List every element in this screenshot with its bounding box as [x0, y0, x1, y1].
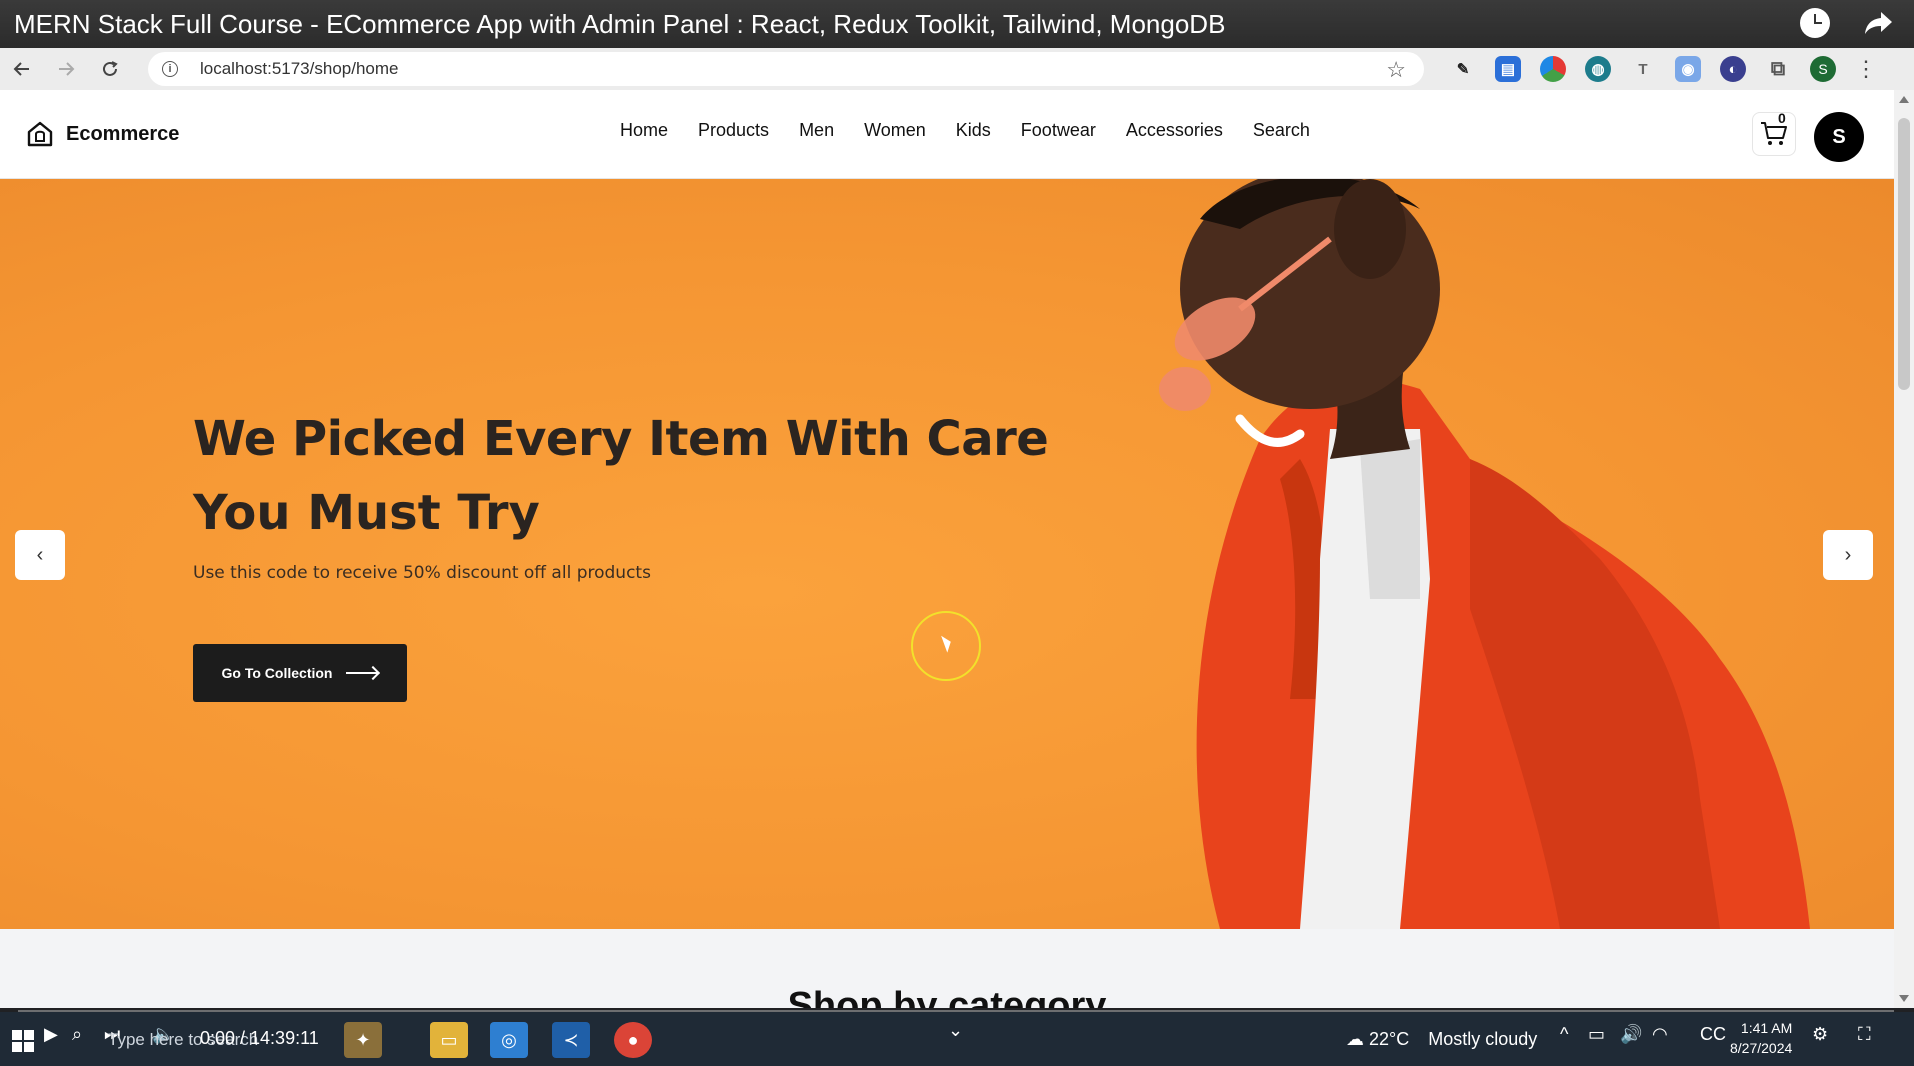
chevron-down-icon[interactable]: ⌄ [948, 1020, 963, 1041]
eyedropper-extension-icon[interactable]: ✎ [1450, 56, 1476, 82]
cloud-icon: ☁ [1346, 1029, 1364, 1049]
hero-banner: We Picked Every Item With Care You Must … [0, 179, 1894, 929]
settings-gear-icon[interactable]: ⚙ [1812, 1024, 1828, 1045]
captions-icon[interactable]: CC [1700, 1024, 1726, 1045]
wifi-icon[interactable]: ◠ [1652, 1024, 1668, 1045]
slider-next-button[interactable]: › [1823, 530, 1873, 580]
forward-arrow-icon [59, 62, 75, 76]
cta-label: Go To Collection [221, 665, 333, 681]
forward-button[interactable] [44, 48, 88, 90]
nav-products[interactable]: Products [698, 120, 769, 141]
reload-button[interactable] [88, 48, 132, 90]
user-avatar[interactable]: S [1814, 112, 1864, 162]
dark-extension-icon[interactable]: ◐ [1720, 56, 1746, 82]
chevron-right-icon: › [1844, 543, 1852, 566]
cart-count-badge: 0 [1778, 110, 1786, 126]
windows-start-icon[interactable] [12, 1030, 34, 1052]
speaker-icon[interactable]: 🔊 [1620, 1024, 1642, 1045]
house-logo-icon [27, 121, 53, 147]
go-to-collection-button[interactable]: Go To Collection [193, 644, 407, 702]
text-extension-icon[interactable]: T [1630, 56, 1656, 82]
page-scrollbar[interactable] [1894, 90, 1914, 1008]
app-icon-blue-circle[interactable]: ◎ [490, 1022, 528, 1058]
video-title-bar: MERN Stack Full Course - ECommerce App w… [0, 0, 1914, 48]
scroll-thumb[interactable] [1898, 118, 1910, 390]
clock-date: 8/27/2024 [1730, 1040, 1793, 1056]
browser-toolbar: i localhost:5173/shop/home ☆ ✎ ▤ ◍ T ◉ ◐… [0, 48, 1914, 90]
taskbar: ▶ ⌕ ⏭ 🔈 Type here to search 0:00 / 14:39… [0, 1012, 1914, 1066]
play-icon[interactable]: ▶ [44, 1024, 58, 1045]
clock-time: 1:41 AM [1740, 1020, 1793, 1036]
back-button[interactable] [0, 48, 44, 90]
app-icon-cursor-tool[interactable]: ✦ [344, 1022, 382, 1058]
extensions-row: ✎ ▤ ◍ T ◉ ◐ ⧉ S ⋮ [1450, 56, 1877, 82]
color-wheel-extension-icon[interactable] [1540, 56, 1566, 82]
back-arrow-icon [13, 62, 29, 76]
globe-extension-icon[interactable]: ◍ [1585, 56, 1611, 82]
site-logo[interactable]: Ecommerce [26, 120, 179, 148]
nav-home[interactable]: Home [620, 120, 668, 141]
nav-footwear[interactable]: Footwear [1021, 120, 1096, 141]
video-title: MERN Stack Full Course - ECommerce App w… [14, 8, 1226, 39]
nav-women[interactable]: Women [864, 120, 926, 141]
browser-profile-avatar[interactable]: S [1810, 56, 1836, 82]
url-text[interactable]: localhost:5173/shop/home [200, 59, 398, 79]
site-info-icon[interactable]: i [162, 61, 178, 77]
page-viewport: Ecommerce Home Products Men Women Kids F… [0, 90, 1894, 1008]
fullscreen-icon[interactable]: ⛶ [1858, 1024, 1871, 1045]
video-title-actions [1798, 6, 1896, 40]
hero-subtitle: Use this code to receive 50% discount of… [193, 563, 651, 583]
search-icon[interactable]: ⌕ [72, 1024, 82, 1045]
nav-kids[interactable]: Kids [956, 120, 991, 141]
tray-chevron-up-icon[interactable]: ^ [1560, 1024, 1568, 1045]
hero-heading-line2: You Must Try [193, 485, 540, 541]
search-extension-icon[interactable]: ◉ [1675, 56, 1701, 82]
arrow-right-icon [346, 672, 379, 674]
video-time-display: 0:00 / 14:39:11 [200, 1028, 319, 1048]
weather-widget[interactable]: ☁ 22°C Mostly cloudy [1346, 1029, 1537, 1050]
weather-temp: 22°C [1369, 1029, 1410, 1049]
address-bar[interactable]: i localhost:5173/shop/home ☆ [148, 52, 1424, 86]
category-section: Shop by category [0, 929, 1894, 1008]
nav-men[interactable]: Men [799, 120, 834, 141]
browser-menu-icon[interactable]: ⋮ [1855, 56, 1877, 82]
main-nav: Home Products Men Women Kids Footwear Ac… [620, 120, 1310, 141]
slider-prev-button[interactable]: ‹ [15, 530, 65, 580]
hero-heading-line1: We Picked Every Item With Care [193, 411, 1049, 467]
watch-later-icon[interactable] [1798, 6, 1832, 40]
category-title: Shop by category [787, 985, 1107, 1008]
bookmark-star-icon[interactable]: ☆ [1386, 57, 1406, 83]
model-photo [1159, 179, 1810, 929]
share-icon[interactable] [1862, 6, 1896, 40]
system-clock[interactable]: 1:41 AM 8/27/2024 [1730, 1018, 1792, 1058]
reload-icon [103, 61, 118, 76]
chrome-icon[interactable]: ● [614, 1022, 652, 1058]
nav-accessories[interactable]: Accessories [1126, 120, 1223, 141]
scroll-down-arrow-icon[interactable] [1899, 995, 1909, 1002]
blue-extension-icon[interactable]: ▤ [1495, 56, 1521, 82]
vscode-icon[interactable]: ≺ [552, 1022, 590, 1058]
chevron-left-icon: ‹ [36, 543, 44, 566]
nav-search[interactable]: Search [1253, 120, 1310, 141]
extensions-puzzle-icon[interactable]: ⧉ [1765, 56, 1791, 82]
file-explorer-icon[interactable]: ▭ [430, 1022, 468, 1058]
scroll-up-arrow-icon[interactable] [1899, 96, 1909, 103]
site-header: Ecommerce Home Products Men Women Kids F… [0, 90, 1894, 179]
logo-text: Ecommerce [66, 122, 180, 145]
battery-icon[interactable]: ▭ [1588, 1024, 1605, 1045]
cart-button[interactable] [1752, 112, 1796, 156]
weather-text: Mostly cloudy [1428, 1029, 1538, 1049]
